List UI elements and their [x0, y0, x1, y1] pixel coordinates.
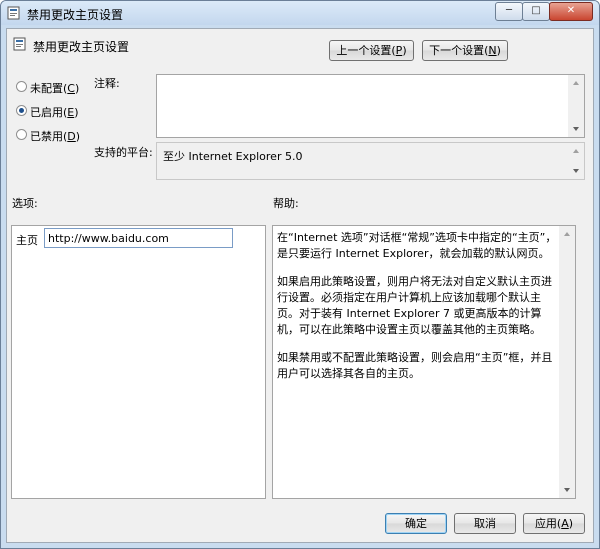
next-setting-button[interactable]: 下一个设置(N) [422, 40, 508, 61]
help-panel: 在“Internet 选项”对话框“常规”选项卡中指定的“主页”，是只要运行 I… [272, 225, 576, 499]
apply-button[interactable]: 应用(A) [523, 513, 585, 534]
radio-label: 已禁用(D) [30, 130, 81, 143]
radio-label: 已启用(E) [30, 106, 79, 119]
comment-scrollbar[interactable] [568, 75, 584, 137]
cancel-button[interactable]: 取消 [454, 513, 516, 534]
radio-circle[interactable] [16, 105, 27, 116]
policy-dialog-window: 禁用更改主页设置 ─ □ ✕ 禁用更改主页设置 上一个设置(P) 下一个设置(N… [0, 0, 600, 549]
scroll-up-icon[interactable] [573, 81, 579, 85]
options-label: 选项: [12, 197, 38, 210]
maximize-button[interactable]: □ [522, 2, 550, 21]
scroll-down-icon[interactable] [564, 488, 570, 492]
comment-textarea[interactable] [156, 74, 585, 138]
help-scrollbar[interactable] [559, 226, 575, 498]
dialog-client-area: 禁用更改主页设置 上一个设置(P) 下一个设置(N) 未配置(C) 已启用(E)… [6, 28, 594, 543]
supported-platform-label: 支持的平台: [94, 146, 153, 159]
title-bar[interactable]: 禁用更改主页设置 ─ □ ✕ [1, 1, 599, 25]
homepage-url-input[interactable] [44, 228, 233, 248]
radio-circle[interactable] [16, 81, 27, 92]
help-paragraph: 如果启用此策略设置，则用户将无法对自定义默认主页进行设置。必须指定在用户计算机上… [277, 275, 552, 336]
help-label: 帮助: [273, 197, 299, 210]
options-panel: 主页 [11, 225, 266, 499]
policy-icon [7, 6, 20, 20]
help-paragraph: 在“Internet 选项”对话框“常规”选项卡中指定的“主页”，是只要运行 I… [277, 231, 557, 260]
homepage-label: 主页 [16, 234, 38, 247]
previous-setting-button[interactable]: 上一个设置(P) [329, 40, 414, 61]
supported-platform-field: 至少 Internet Explorer 5.0 [156, 142, 585, 180]
scroll-down-icon[interactable] [573, 169, 579, 173]
platform-scrollbar[interactable] [568, 143, 584, 179]
scroll-down-icon[interactable] [573, 127, 579, 131]
policy-setting-icon [13, 37, 26, 51]
radio-label: 未配置(C) [30, 82, 80, 95]
comment-label: 注释: [94, 77, 120, 90]
help-paragraph: 如果禁用或不配置此策略设置，则会启用“主页”框，并且用户可以选择其各自的主页。 [277, 351, 553, 380]
ok-button[interactable]: 确定 [385, 513, 447, 534]
scroll-up-icon[interactable] [573, 149, 579, 153]
window-title: 禁用更改主页设置 [27, 8, 124, 22]
scroll-up-icon[interactable] [564, 232, 570, 236]
close-button[interactable]: ✕ [549, 2, 593, 21]
minimize-button[interactable]: ─ [495, 2, 523, 21]
radio-circle[interactable] [16, 129, 27, 140]
supported-platform-value: 至少 Internet Explorer 5.0 [163, 150, 303, 163]
policy-name: 禁用更改主页设置 [33, 40, 130, 54]
